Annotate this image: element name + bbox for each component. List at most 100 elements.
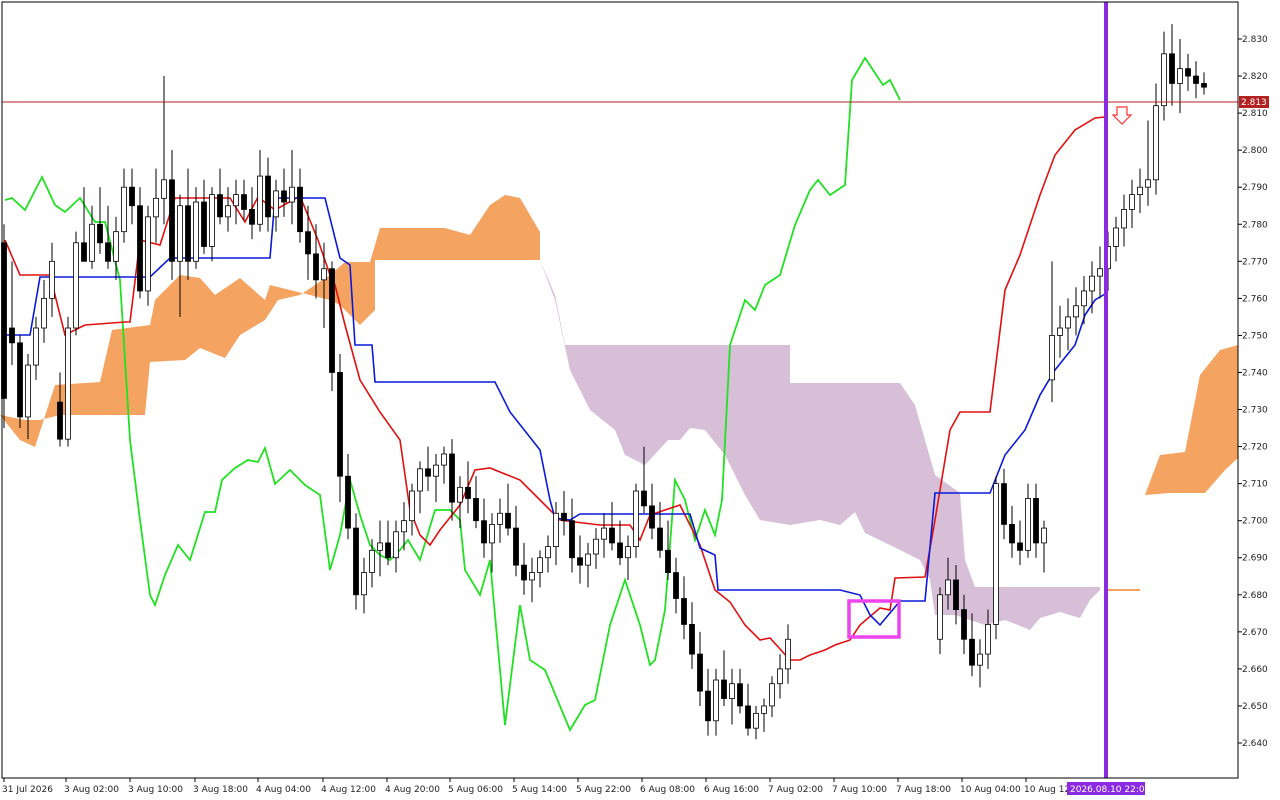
candle-bearish bbox=[297, 186, 303, 233]
candle-bearish bbox=[81, 242, 87, 262]
candle-bearish bbox=[481, 520, 487, 544]
candle-bullish bbox=[257, 175, 263, 225]
candle-bearish bbox=[425, 468, 431, 477]
candle-bearish bbox=[129, 186, 135, 207]
candle-bearish bbox=[337, 372, 343, 477]
candle-bullish bbox=[121, 186, 127, 233]
candle-bearish bbox=[1009, 523, 1015, 544]
candle-bullish bbox=[225, 205, 231, 218]
candle-bearish bbox=[513, 527, 519, 566]
candle-bullish bbox=[985, 624, 991, 655]
y-tick-label: 2.830 bbox=[1242, 35, 1268, 45]
candle-bullish bbox=[977, 653, 983, 666]
candle-bearish bbox=[217, 194, 223, 218]
candle-bullish bbox=[1145, 179, 1151, 188]
candle-bearish bbox=[105, 242, 111, 262]
candle-bearish bbox=[281, 190, 287, 203]
candle-bearish bbox=[201, 201, 207, 247]
candle-bearish bbox=[745, 705, 751, 729]
candle-bullish bbox=[937, 594, 943, 640]
candle-bullish bbox=[1041, 527, 1047, 544]
candle-bullish bbox=[273, 190, 279, 218]
x-tick-label: 6 Aug 08:00 bbox=[640, 785, 695, 795]
x-tick-label: 31 Jul 2026 bbox=[2, 785, 53, 795]
candle-bearish bbox=[705, 690, 711, 722]
x-tick-label: 3 Aug 02:00 bbox=[64, 785, 119, 795]
candle-bearish bbox=[97, 223, 103, 244]
candle-bearish bbox=[569, 520, 575, 559]
y-tick-label: 2.770 bbox=[1242, 257, 1268, 267]
time-axis: 31 Jul 2026 3 Aug 02:00 3 Aug 10:00 3 Aug 1… bbox=[2, 778, 1070, 795]
x-tick-label: 10 Aug 04:00 bbox=[960, 785, 1021, 795]
candle-bearish bbox=[961, 609, 967, 640]
axis-tags: 2.813 2026.08.10 22:00 bbox=[1067, 95, 1269, 795]
candle-bullish bbox=[1057, 327, 1063, 336]
x-tick-label: 6 Aug 16:00 bbox=[704, 785, 759, 795]
candle-bullish bbox=[161, 179, 167, 199]
candle-bullish bbox=[545, 546, 551, 559]
candle-bullish bbox=[1025, 498, 1031, 551]
candle-bullish bbox=[497, 512, 503, 525]
candle-bullish bbox=[1065, 316, 1071, 329]
sell-arrow-icon bbox=[1111, 106, 1133, 125]
y-tick-label: 2.660 bbox=[1242, 665, 1268, 675]
candle-bullish bbox=[1137, 186, 1143, 196]
candle-bullish bbox=[593, 538, 599, 555]
candle-bearish bbox=[521, 564, 527, 581]
candle-bearish bbox=[681, 598, 687, 625]
candle-bullish bbox=[1089, 275, 1095, 292]
candle-bearish bbox=[1193, 75, 1199, 84]
candle-bearish bbox=[9, 327, 15, 344]
candle-bullish bbox=[753, 712, 759, 729]
candle-bullish bbox=[233, 194, 239, 207]
candle-bearish bbox=[641, 490, 647, 507]
candle-bullish bbox=[441, 453, 447, 466]
candle-bearish bbox=[57, 401, 63, 440]
candle-bullish bbox=[625, 546, 631, 559]
candle-bearish bbox=[657, 527, 663, 551]
cursor-time-tag-label: 2026.08.10 22:00 bbox=[1070, 785, 1151, 795]
candle-bearish bbox=[1201, 83, 1207, 88]
candle-bullish bbox=[1129, 194, 1135, 210]
candle-bearish bbox=[1001, 483, 1007, 525]
candle-bearish bbox=[449, 453, 455, 503]
candle-bullish bbox=[289, 186, 295, 203]
candle-bullish bbox=[1121, 209, 1127, 229]
candle-bullish bbox=[1081, 290, 1087, 307]
y-tick-label: 2.810 bbox=[1242, 109, 1268, 119]
candle-bearish bbox=[505, 512, 511, 529]
candle-bullish bbox=[393, 531, 399, 559]
y-tick-label: 2.670 bbox=[1242, 628, 1268, 638]
y-tick-label: 2.650 bbox=[1242, 702, 1268, 712]
x-tick-label: 5 Aug 22:00 bbox=[576, 785, 631, 795]
y-tick-label: 2.760 bbox=[1242, 294, 1268, 304]
candle-bullish bbox=[401, 520, 407, 533]
y-tick-label: 2.730 bbox=[1242, 406, 1268, 416]
candle-bullish bbox=[177, 205, 183, 262]
candle-bullish bbox=[601, 527, 607, 540]
candle-bullish bbox=[153, 197, 159, 218]
candle-bearish bbox=[249, 209, 255, 225]
y-tick-label: 2.800 bbox=[1242, 146, 1268, 156]
x-tick-label: 5 Aug 14:00 bbox=[512, 785, 567, 795]
candle-bearish bbox=[329, 268, 335, 373]
candle-bearish bbox=[561, 512, 567, 522]
candle-bullish bbox=[193, 201, 199, 262]
y-tick-label: 2.690 bbox=[1242, 554, 1268, 564]
candle-bullish bbox=[1097, 268, 1103, 277]
candle-bullish bbox=[377, 542, 383, 551]
candle-bearish bbox=[577, 557, 583, 566]
candle-bearish bbox=[1017, 542, 1023, 551]
bullish-cloud-left bbox=[0, 195, 540, 447]
candle-bullish bbox=[457, 486, 463, 503]
candle-bullish bbox=[361, 572, 367, 596]
candle-bearish bbox=[617, 542, 623, 559]
x-tick-label: 4 Aug 20:00 bbox=[385, 785, 440, 795]
candle-bullish bbox=[33, 327, 39, 366]
x-tick-label: 3 Aug 18:00 bbox=[193, 785, 248, 795]
x-tick-label: 10 Aug 12 bbox=[1024, 785, 1070, 795]
y-tick-label: 2.820 bbox=[1242, 72, 1268, 82]
candle-bullish bbox=[633, 490, 639, 548]
candle-bearish bbox=[689, 624, 695, 655]
candle-bullish bbox=[1177, 68, 1183, 84]
